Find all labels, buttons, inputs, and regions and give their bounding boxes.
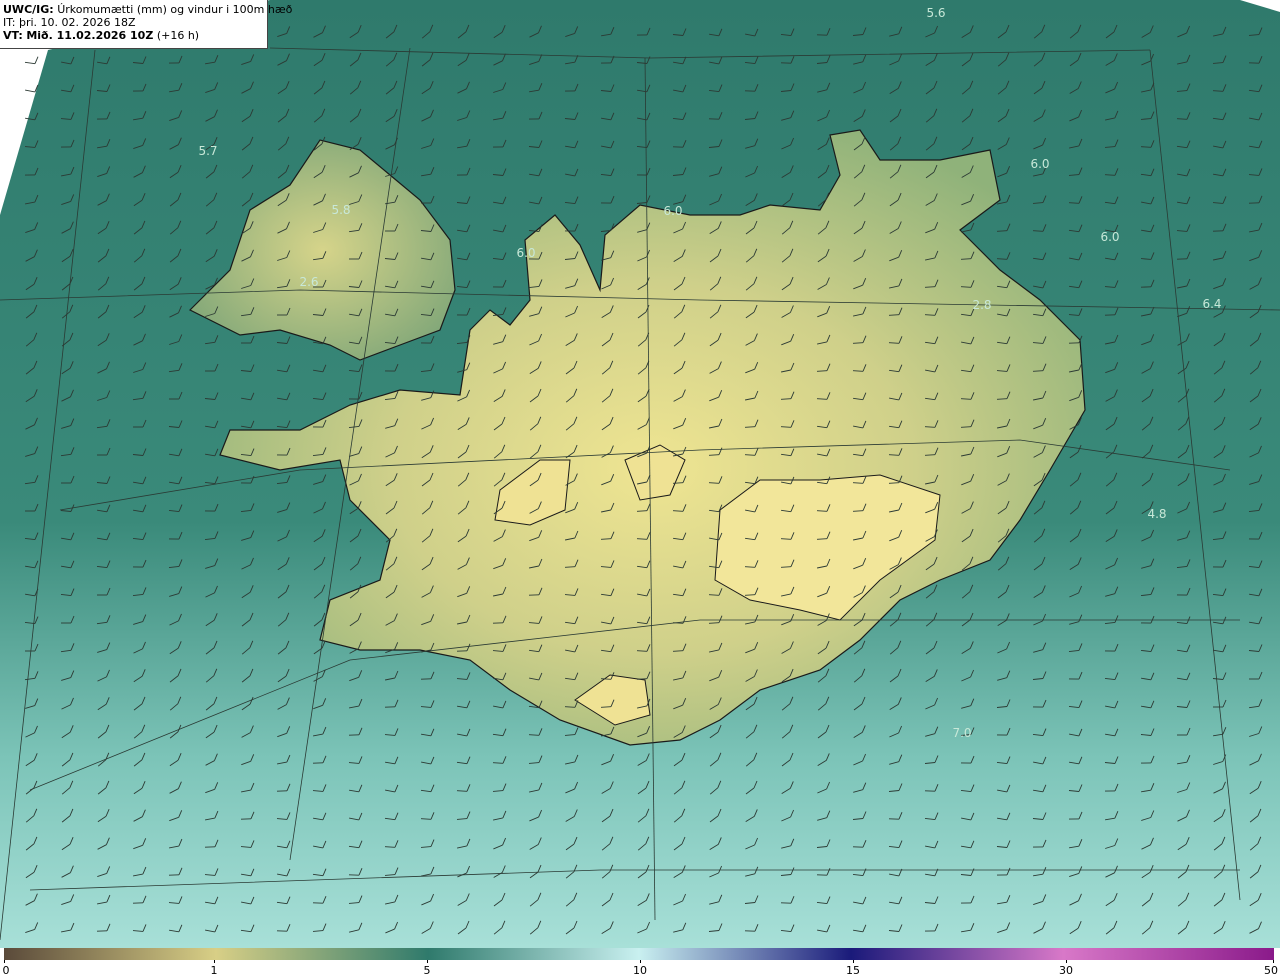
- value-label: 6.0: [1030, 157, 1050, 171]
- value-label: 5.6: [926, 6, 946, 20]
- colorbar-tick: 5: [423, 964, 431, 977]
- value-label: 6.0: [516, 246, 536, 260]
- value-label: 6.0: [1100, 230, 1120, 244]
- value-label: 6.0: [663, 204, 683, 218]
- colorbar-strip: [4, 948, 1274, 960]
- value-label: 5.7: [198, 144, 218, 158]
- value-label: 6.4: [1202, 297, 1222, 311]
- map-info-box: UWC/IG: Úrkomumætti (mm) og vindur i 100…: [0, 0, 292, 49]
- value-label: 4.8: [1147, 507, 1167, 521]
- colorbar: 0 1 5 10 15 30 50: [0, 948, 1280, 978]
- colorbar-tick: 30: [1059, 964, 1073, 977]
- weather-map: [0, 0, 1280, 948]
- value-label: 7.0: [952, 726, 972, 740]
- map-title: Úrkomumætti (mm) og vindur i 100m hæð: [57, 3, 293, 16]
- value-label: 2.6: [299, 275, 319, 289]
- colorbar-tick: 10: [633, 964, 647, 977]
- issue-time: IT: þri. 10. 02. 2026 18Z: [3, 16, 136, 29]
- value-label: 2.8: [972, 298, 992, 312]
- colorbar-tick: 50: [1264, 964, 1278, 977]
- lead-time: (+16 h): [156, 29, 200, 42]
- value-label: 5.8: [331, 203, 351, 217]
- colorbar-tick: 1: [210, 964, 218, 977]
- valid-label: VT:: [3, 29, 23, 42]
- colorbar-tick: 15: [846, 964, 860, 977]
- product-code: UWC/IG:: [3, 3, 54, 16]
- colorbar-tick: 0: [2, 964, 10, 977]
- valid-time: Mið. 11.02.2026 10Z: [26, 29, 154, 42]
